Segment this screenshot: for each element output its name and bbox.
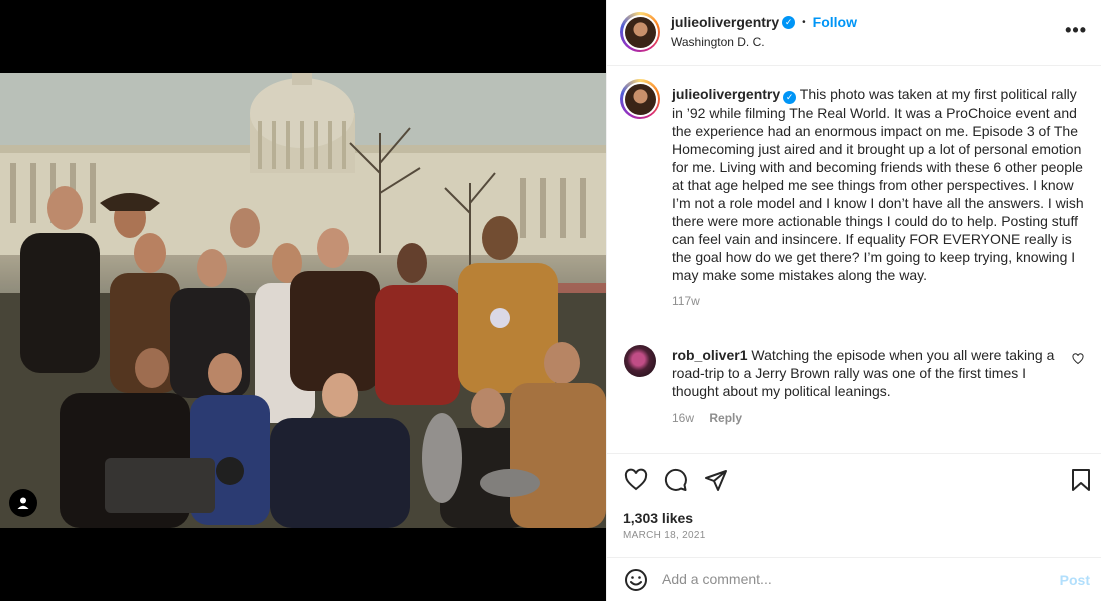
verified-badge-icon: ✓ [782,15,796,29]
bookmark-icon[interactable] [1070,468,1092,492]
post-comment-button[interactable]: Post [1060,572,1090,588]
post-media [0,0,606,601]
more-options-icon[interactable]: ••• [1065,20,1087,41]
post-date: MARCH 18, 2021 [623,530,706,541]
comments-section[interactable]: julieolivergentry ✓ This photo was taken … [607,67,1101,453]
commenter-avatar[interactable] [624,345,656,377]
verified-badge-icon: ✓ [783,90,797,104]
caption-username[interactable]: julieolivergentry [672,86,780,102]
caption-age: 117w [672,293,700,308]
heart-icon[interactable] [624,468,648,492]
post-side-panel: julieolivergentry ✓ • Follow Washington … [606,0,1101,601]
likes-count[interactable]: 1,303 likes [623,510,693,526]
post-location[interactable]: Washington D. C. [671,35,765,49]
comment-input[interactable] [662,566,1052,592]
comment-like-icon[interactable] [1072,353,1084,365]
caption-text: This photo was taken at my first politic… [672,86,1084,283]
emoji-icon[interactable] [624,568,648,592]
group-photo-illustration [0,73,606,528]
header-separator: • [802,16,806,28]
commenter-username[interactable]: rob_oliver1 [672,347,747,363]
comment-composer: Post [607,557,1101,601]
post-actions: 1,303 likes MARCH 18, 2021 [607,453,1101,557]
user-tag-icon [17,497,29,509]
author-avatar[interactable] [620,12,660,52]
caption-author-avatar[interactable] [620,79,660,119]
user-tag-button[interactable] [9,489,37,517]
comment-age: 16w [672,411,695,425]
comment-icon[interactable] [664,468,688,492]
post-photo[interactable] [0,73,606,528]
reply-button[interactable]: Reply [709,411,742,425]
share-icon[interactable] [704,468,728,492]
post-header: julieolivergentry ✓ • Follow Washington … [607,0,1101,66]
author-username[interactable]: julieolivergentry [671,14,779,30]
follow-button[interactable]: Follow [813,14,857,30]
